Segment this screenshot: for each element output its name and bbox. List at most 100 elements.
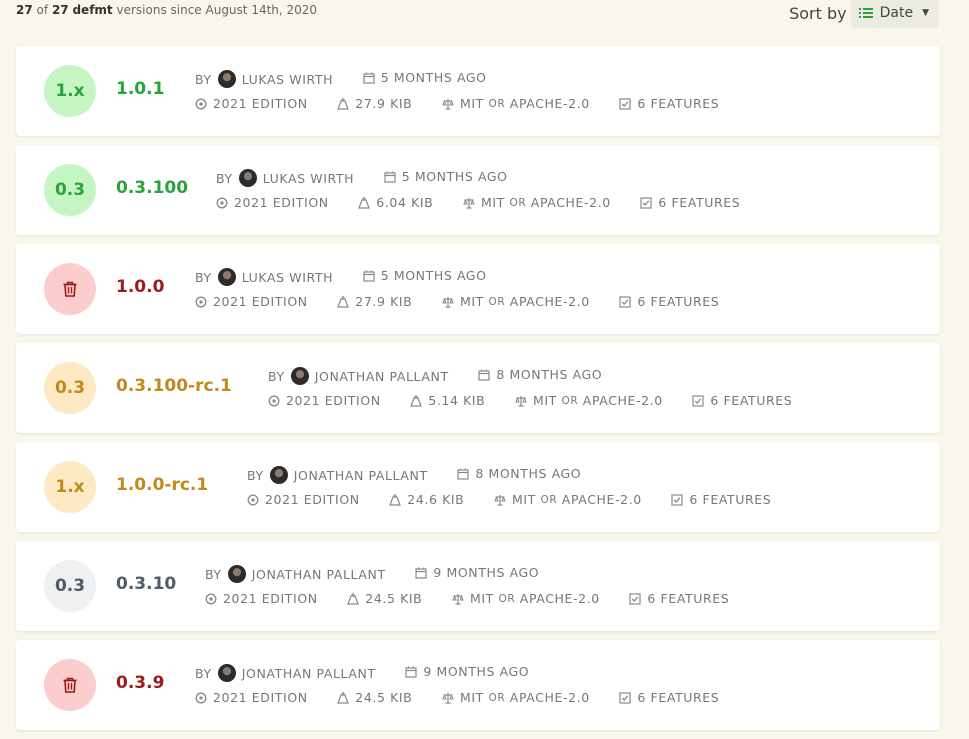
license-mit-link[interactable]: MIT xyxy=(470,591,494,606)
version-badge: 1.x xyxy=(44,65,96,117)
checkbox-icon xyxy=(619,691,632,704)
version-number-link[interactable]: 1.0.0-rc.1 xyxy=(116,475,208,495)
avatar xyxy=(290,367,309,385)
size-info: 6.04 KIB xyxy=(358,195,433,210)
license-apache-link[interactable]: APACHE-2.0 xyxy=(531,195,611,210)
license-mit-link[interactable]: MIT xyxy=(460,690,484,705)
caret-down-icon: ▼ xyxy=(922,8,929,18)
features-info[interactable]: 6 FEATURES xyxy=(619,96,719,111)
license-or: OR xyxy=(540,493,558,506)
scale-icon xyxy=(463,197,475,209)
date-text: 9 MONTHS AGO xyxy=(423,664,530,679)
trash-icon xyxy=(63,281,77,297)
by-label: BY xyxy=(216,170,233,186)
license-info: MIT OR APACHE-2.0 xyxy=(463,195,611,210)
edition-info: 2021 EDITION xyxy=(268,393,381,408)
rust-edition-icon xyxy=(195,296,207,307)
rust-edition-icon xyxy=(247,494,259,505)
publish-date: 5 MONTHS AGO xyxy=(384,169,508,184)
features-text: 6 FEATURES xyxy=(710,393,793,408)
author-link[interactable]: JONATHAN PALLANT xyxy=(242,666,376,681)
license-or: OR xyxy=(509,196,527,209)
list-icon xyxy=(858,8,873,18)
version-badge xyxy=(44,659,96,711)
rust-edition-icon xyxy=(205,593,217,604)
license-info: MIT OR APACHE-2.0 xyxy=(442,294,590,309)
features-text: 6 FEATURES xyxy=(658,195,741,210)
size-text: 24.6 KIB xyxy=(407,492,465,507)
by-label: BY xyxy=(195,71,212,87)
license-apache-link[interactable]: APACHE-2.0 xyxy=(562,492,642,507)
license-apache-link[interactable]: APACHE-2.0 xyxy=(510,690,590,705)
scale-icon xyxy=(442,296,454,308)
license-apache-link[interactable]: APACHE-2.0 xyxy=(583,393,663,408)
weight-icon xyxy=(358,196,371,209)
license-apache-link[interactable]: APACHE-2.0 xyxy=(510,294,590,309)
author-link[interactable]: JONATHAN PALLANT xyxy=(294,468,428,483)
license-mit-link[interactable]: MIT xyxy=(481,195,505,210)
version-badge xyxy=(44,263,96,315)
size-text: 24.5 KIB xyxy=(365,591,423,606)
version-row: 0.3 0.3.10 BY JONATHAN PALLANT 9 MONTHS … xyxy=(16,541,940,631)
features-info[interactable]: 6 FEATURES xyxy=(619,690,719,705)
features-info[interactable]: 6 FEATURES xyxy=(692,393,792,408)
edition-text: 2021 EDITION xyxy=(223,591,318,606)
version-meta-secondary: 2021 EDITION 24.5 KIB MIT OR APACHE-2.0 … xyxy=(195,690,744,707)
version-meta-secondary: 2021 EDITION 6.04 KIB MIT OR APACHE-2.0 … xyxy=(216,195,765,212)
sort-dropdown-button[interactable]: Date ▼ xyxy=(850,0,939,28)
date-text: 5 MONTHS AGO xyxy=(380,70,487,85)
author-link[interactable]: LUKAS WIRTH xyxy=(242,270,333,285)
version-number-link[interactable]: 0.3.100-rc.1 xyxy=(116,376,232,396)
shown-count: 27 xyxy=(16,3,33,17)
features-text: 6 FEATURES xyxy=(647,591,730,606)
size-text: 24.5 KIB xyxy=(355,690,413,705)
weight-icon xyxy=(337,691,350,704)
calendar-icon xyxy=(384,171,396,183)
license-mit-link[interactable]: MIT xyxy=(460,294,484,309)
version-number-link[interactable]: 0.3.10 xyxy=(116,574,176,594)
total-count: 27 xyxy=(51,3,69,17)
scale-icon xyxy=(452,593,464,605)
version-number-link[interactable]: 0.3.9 xyxy=(116,673,164,693)
list-header: 27 of 27 defmt versions since August 14t… xyxy=(16,0,939,30)
features-info[interactable]: 6 FEATURES xyxy=(629,591,729,606)
version-number-link[interactable]: 1.0.1 xyxy=(116,79,164,99)
author-info: BY LUKAS WIRTH xyxy=(195,70,333,88)
features-info[interactable]: 6 FEATURES xyxy=(640,195,740,210)
of-word: of xyxy=(36,3,49,17)
edition-info: 2021 EDITION xyxy=(247,492,360,507)
features-info[interactable]: 6 FEATURES xyxy=(671,492,771,507)
license-mit-link[interactable]: MIT xyxy=(460,96,484,111)
checkbox-icon xyxy=(671,493,684,506)
license-info: MIT OR APACHE-2.0 xyxy=(442,690,590,705)
features-info[interactable]: 6 FEATURES xyxy=(619,294,719,309)
author-info: BY LUKAS WIRTH xyxy=(195,268,333,286)
license-info: MIT OR APACHE-2.0 xyxy=(494,492,642,507)
date-text: 9 MONTHS AGO xyxy=(433,565,540,580)
version-number-link[interactable]: 0.3.100 xyxy=(116,178,188,198)
version-row: 1.x 1.0.1 BY LUKAS WIRTH 5 MONTHS AGO 20… xyxy=(16,46,940,136)
publish-date: 9 MONTHS AGO xyxy=(405,664,529,679)
version-meta-primary: BY JONATHAN PALLANT 9 MONTHS AGO xyxy=(205,565,564,583)
author-info: BY LUKAS WIRTH xyxy=(216,169,354,187)
publish-date: 8 MONTHS AGO xyxy=(478,367,602,382)
version-number-link[interactable]: 1.0.0 xyxy=(116,277,164,297)
author-link[interactable]: LUKAS WIRTH xyxy=(242,72,333,87)
author-link[interactable]: JONATHAN PALLANT xyxy=(252,567,386,582)
by-label: BY xyxy=(268,368,285,384)
author-link[interactable]: LUKAS WIRTH xyxy=(263,171,354,186)
trash-icon xyxy=(63,677,77,693)
date-text: 8 MONTHS AGO xyxy=(475,466,582,481)
scale-icon xyxy=(515,395,527,407)
license-apache-link[interactable]: APACHE-2.0 xyxy=(520,591,600,606)
size-info: 27.9 KIB xyxy=(337,96,412,111)
author-link[interactable]: JONATHAN PALLANT xyxy=(315,369,449,384)
features-text: 6 FEATURES xyxy=(637,690,720,705)
license-apache-link[interactable]: APACHE-2.0 xyxy=(510,96,590,111)
edition-text: 2021 EDITION xyxy=(213,690,308,705)
version-meta-primary: BY JONATHAN PALLANT 8 MONTHS AGO xyxy=(268,367,627,385)
license-mit-link[interactable]: MIT xyxy=(533,393,557,408)
license-mit-link[interactable]: MIT xyxy=(512,492,536,507)
calendar-icon xyxy=(405,666,417,678)
version-meta-secondary: 2021 EDITION 27.9 KIB MIT OR APACHE-2.0 … xyxy=(195,96,744,113)
